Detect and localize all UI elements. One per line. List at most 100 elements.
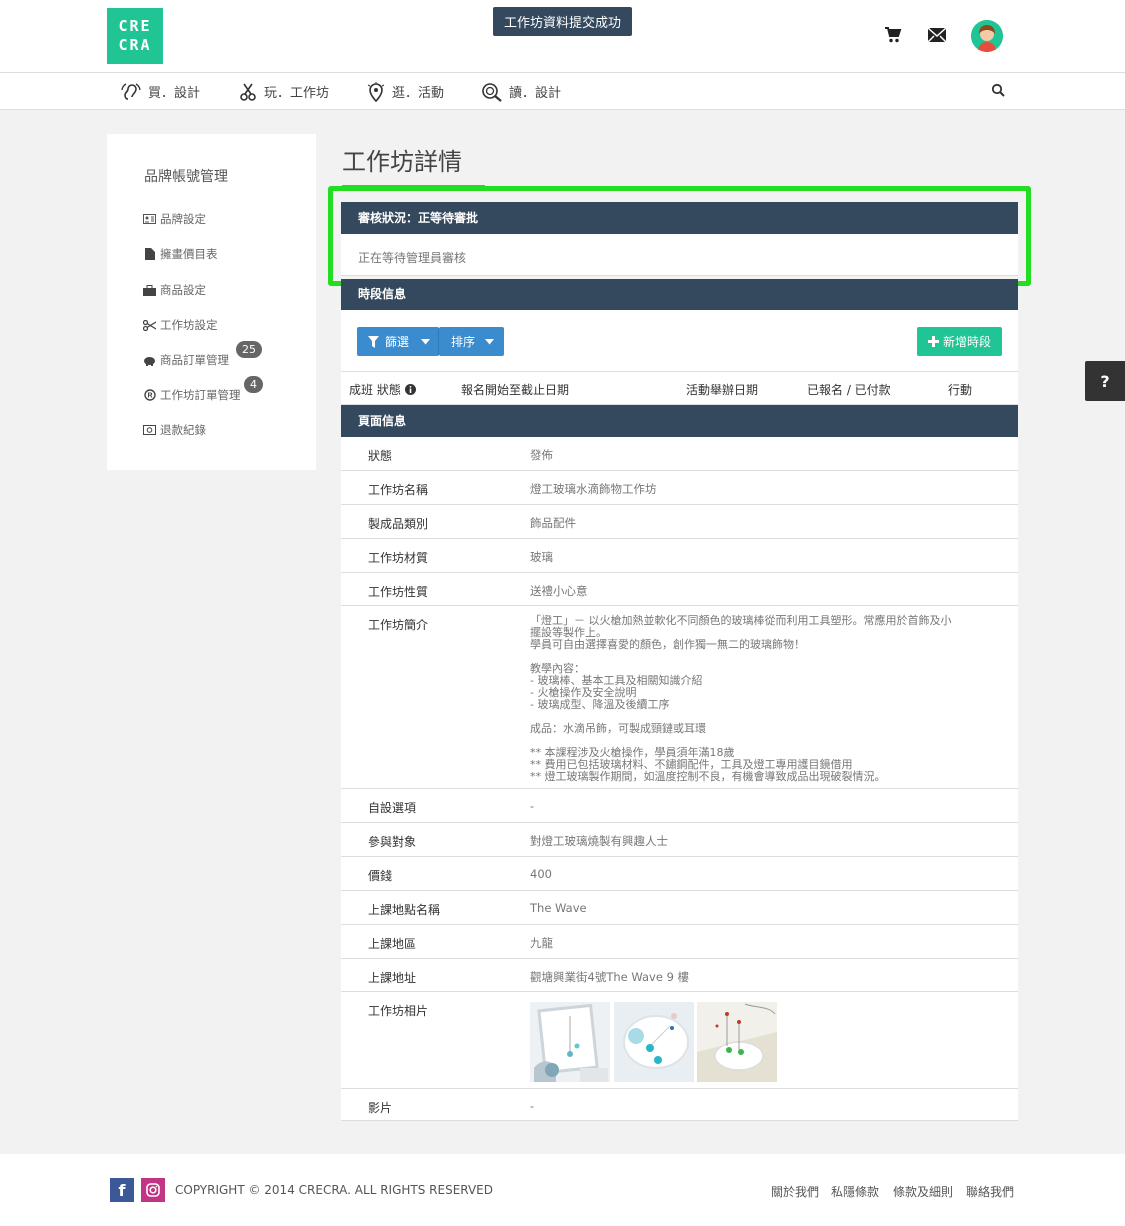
question-icon: ? (1100, 371, 1110, 391)
sidebar-item-product-settings[interactable]: 商品設定 (143, 282, 206, 298)
row-value: 發佈 (530, 448, 553, 462)
row-value: 送禮小心意 (530, 584, 588, 598)
briefcase-icon (143, 284, 156, 296)
footer-link-terms[interactable]: 條款及細則 (893, 1183, 953, 1200)
info-row-product-category: 製成品類別 飾品配件 (341, 505, 1018, 539)
info-row-photos: 工作坊相片 (341, 992, 1018, 1089)
nav-item-workshop[interactable]: 玩．工作坊 (238, 73, 329, 110)
info-row-material: 工作坊材質 玻璃 (341, 539, 1018, 573)
workshop-photo-3[interactable] (697, 1002, 777, 1082)
nav-item-events[interactable]: 逛．活動 (366, 73, 444, 110)
row-value: 燈工玻璃水滴飾物工作坊 (530, 482, 657, 496)
intro-line: - 玻璃成型、降溫及後續工序 (530, 698, 670, 711)
row-key: 影片 (368, 1101, 393, 1115)
nav-label: 玩．工作坊 (264, 86, 330, 101)
page-info-panel: 頁面信息 (341, 405, 1018, 437)
row-key: 參與對象 (368, 835, 417, 849)
row-value: 九龍 (530, 936, 553, 950)
row-value: 飾品配件 (530, 516, 576, 530)
footer-link-about[interactable]: 關於我們 (771, 1183, 819, 1200)
col-event-date: 活動舉辦日期 (686, 383, 759, 397)
crecra-logo[interactable]: CRE CRA (107, 8, 163, 64)
row-value: The Wave (530, 901, 587, 915)
info-row-address: 上課地址 觀塘興業街4號The Wave 9 樓 (341, 959, 1018, 992)
col-class-status: 成班 狀態 (349, 381, 416, 398)
nav-item-buy-design[interactable]: 買．設計 (120, 73, 200, 110)
sidebar: 品牌帳號管理 品牌設定 擁畫價目表 商品設定 工作坊設定 商品訂單管理 25 R… (107, 134, 316, 470)
success-toast: 工作坊資料提交成功 (493, 7, 632, 36)
id-card-icon (143, 214, 156, 225)
filter-icon (368, 335, 379, 348)
filter-dropdown-button[interactable]: 篩選 (357, 327, 439, 356)
info-row-price: 價錢 400 (341, 857, 1018, 891)
sidebar-item-refund-records[interactable]: 退款紀錄 (143, 422, 206, 438)
sidebar-item-label: 商品訂單管理 (160, 353, 229, 367)
cart-icon[interactable] (882, 24, 904, 46)
footer: f COPYRIGHT © 2014 CRECRA. ALL RIGHTS RE… (0, 1154, 1125, 1226)
col-label: 成班 狀態 (349, 383, 401, 397)
facebook-icon[interactable]: f (110, 1178, 134, 1202)
page-info-header: 頁面信息 (341, 405, 1018, 437)
ear-icon (121, 82, 141, 100)
location-icon (367, 81, 385, 102)
user-avatar[interactable] (971, 20, 1003, 52)
scissors-icon (143, 319, 156, 331)
sidebar-item-label: 工作坊設定 (160, 318, 218, 332)
help-button[interactable]: ? (1085, 361, 1125, 401)
plus-icon (928, 336, 939, 347)
info-row-audience: 參與對象 對燈工玻璃燒製有興趣人士 (341, 823, 1018, 857)
info-row-custom-options: 自設選項 - (341, 789, 1018, 823)
logo-text-top: CRE (118, 17, 152, 35)
info-row-introduction: 工作坊簡介 「燈工」－ 以火槍加熱並軟化不同顏色的玻璃棒從而利用工具塑形。常應用… (341, 606, 1018, 789)
sidebar-item-brand-settings[interactable]: 品牌設定 (143, 211, 206, 227)
sidebar-item-label: 工作坊訂單管理 (160, 388, 241, 402)
nav-label: 逛．活動 (392, 86, 445, 101)
mail-icon[interactable] (926, 24, 948, 46)
sidebar-item-workshop-orders[interactable]: R 工作坊訂單管理 (143, 387, 241, 403)
footer-link-contact[interactable]: 聯絡我們 (966, 1183, 1014, 1200)
sessions-header: 時段信息 (341, 279, 1018, 310)
sidebar-item-label: 品牌設定 (160, 212, 206, 226)
row-value: 對燈工玻璃燒製有興趣人士 (530, 834, 668, 848)
info-row-venue-name: 上課地點名稱 The Wave (341, 891, 1018, 925)
row-key: 製成品類別 (368, 517, 429, 531)
top-header: CRE CRA 工作坊資料提交成功 (0, 0, 1125, 73)
main-nav: 買．設計 玩．工作坊 逛．活動 讀．設計 (0, 73, 1125, 110)
registered-icon: R (143, 389, 156, 401)
row-key: 工作坊性質 (368, 585, 429, 599)
workshop-photo-1[interactable] (530, 1002, 610, 1082)
instagram-icon[interactable] (141, 1178, 165, 1202)
add-session-button[interactable]: 新增時段 (917, 327, 1002, 356)
sidebar-title: 品牌帳號管理 (144, 169, 228, 185)
row-value: - (530, 1099, 535, 1113)
chevron-down-icon (485, 338, 495, 344)
row-key: 工作坊簡介 (368, 618, 429, 632)
sort-label: 排序 (451, 335, 476, 349)
chevron-down-icon (421, 338, 431, 344)
nav-item-read-design[interactable]: 讀．設計 (481, 73, 561, 110)
row-value: - (530, 799, 535, 813)
row-value: 400 (530, 867, 552, 881)
sessions-table-top-border (341, 371, 1018, 372)
row-key: 上課地址 (368, 971, 417, 985)
workshop-photo-2[interactable] (614, 1002, 694, 1082)
row-key: 價錢 (368, 869, 393, 883)
sidebar-item-workshop-settings[interactable]: 工作坊設定 (143, 317, 218, 333)
sidebar-item-product-orders[interactable]: 商品訂單管理 (143, 352, 229, 368)
filter-label: 篩選 (385, 335, 410, 349)
footer-link-privacy[interactable]: 私隱條款 (831, 1183, 879, 1200)
logo-text-bottom: CRA (118, 36, 152, 54)
info-icon[interactable] (404, 384, 416, 395)
sidebar-item-price-list[interactable]: 擁畫價目表 (143, 246, 218, 262)
row-value: 玻璃 (530, 550, 553, 564)
svg-text:R: R (147, 393, 152, 400)
page-title: 工作坊詳情 (342, 142, 485, 187)
magnifier-icon (482, 82, 502, 102)
intro-line: 學員可自由選擇喜愛的顏色，創作獨一無二的玻璃飾物！ (530, 638, 805, 651)
search-icon[interactable] (991, 83, 1007, 99)
nav-label: 讀．設計 (509, 86, 562, 101)
row-key: 狀態 (368, 449, 393, 463)
sort-dropdown-button[interactable]: 排序 (439, 327, 504, 356)
intro-line: 成品：水滴吊飾，可製成頸鏈或耳環 (530, 722, 706, 735)
copyright-text: COPYRIGHT © 2014 CRECRA. ALL RIGHTS RESE… (175, 1183, 493, 1197)
